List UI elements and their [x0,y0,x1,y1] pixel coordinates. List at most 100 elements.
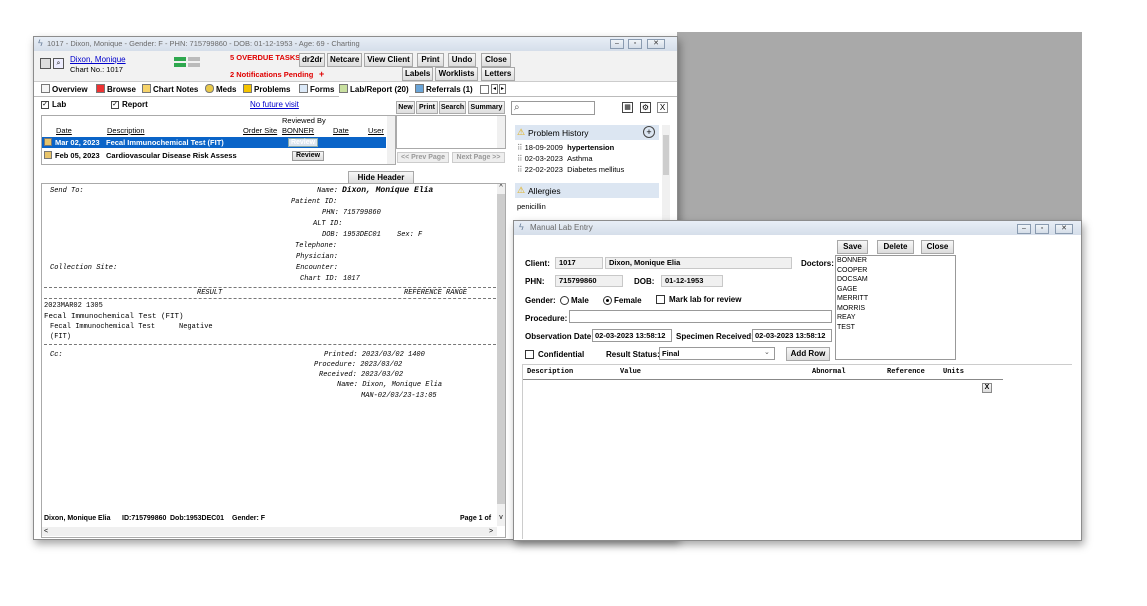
scroll-down-icon[interactable]: v [497,514,505,522]
minimize-button[interactable]: ‒ [610,39,624,49]
close-button[interactable]: Close [921,240,954,254]
tab-chart-notes[interactable]: Chart Notes [142,83,198,97]
worklists-button[interactable]: Worklists [435,67,478,81]
mark-review-checkbox[interactable] [656,295,665,304]
scroll-right-icon[interactable]: > [489,527,493,536]
doctor-item[interactable]: REAY [837,313,955,323]
close-window-button[interactable]: ✕ [1055,224,1073,234]
report-checkbox[interactable]: ✓ [111,101,119,109]
doctor-item[interactable]: BONNER [837,256,955,266]
magnify-icon[interactable]: ⌕ [53,58,64,69]
doctor-item[interactable]: COOPER [837,266,955,276]
col-abnormal: Abnormal [812,368,846,376]
table-row[interactable]: Feb 05, 2023 Cardiovascular Disease Risk… [42,150,386,161]
search-button[interactable]: Search [439,101,466,114]
list-scrollbar[interactable] [387,116,395,164]
patient-name-link[interactable]: Dixon, Monique [70,55,126,64]
minimize-button[interactable]: ‒ [1017,224,1031,234]
specimen-received-input[interactable]: 02-03-2023 13:58:12 [752,329,832,342]
overdue-tasks-alert[interactable]: 5 OVERDUE TASKS [230,53,300,62]
col-bonner[interactable]: BONNER [282,126,314,135]
scroll-thumb[interactable] [497,194,505,504]
table-row[interactable]: Mar 02, 2023 Fecal Immunochemical Test (… [42,137,386,148]
doctor-item[interactable]: MORRIS [837,304,955,314]
list-item[interactable]: ⠿ 02-03-2023 Asthma [517,154,593,163]
maximize-button[interactable]: ▫ [1035,224,1049,234]
list-item[interactable]: ⠿ 18-09-2009 hypertension [517,143,614,152]
sidebar-search-input[interactable]: ⌕ [511,101,595,115]
collection-site-label: Collection Site: [50,264,118,272]
add-row-button[interactable]: Add Row [786,347,830,361]
review-button[interactable]: Review [292,151,324,161]
future-visit-link[interactable]: No future visit [250,100,299,109]
close-icon[interactable]: X [657,102,668,113]
doctor-item[interactable]: MERRITT [837,294,955,304]
list-item[interactable]: ⠿ 22-02-2023 Diabetes mellitus [517,165,624,174]
phn-field: 715799860 [555,275,623,287]
test-result: Negative [179,323,213,331]
save-button[interactable]: Save [837,240,868,254]
procedure-input[interactable] [569,310,832,323]
delete-button[interactable]: Delete [877,240,914,254]
gear-icon[interactable]: ⚙ [640,102,651,113]
tab-overview[interactable]: Overview [41,83,88,97]
undo-button[interactable]: Undo [448,53,476,67]
notifications-alert[interactable]: 2 Notifications Pending [230,70,313,79]
dr2dr-button[interactable]: dr2dr [299,53,325,67]
calendar-icon[interactable]: ▦ [622,102,633,113]
print-button[interactable]: Print [417,53,444,67]
doctor-item[interactable]: GAGE [837,285,955,295]
summary-button[interactable]: Summary [468,101,505,114]
report-vertical-scrollbar[interactable]: ^ v [497,184,505,526]
tab-scroll-right-icon[interactable]: ▸ [499,84,506,94]
tab-problems[interactable]: Problems [243,83,290,97]
add-problem-icon[interactable]: + [643,126,655,138]
letters-button[interactable]: Letters [481,67,515,81]
tab-referrals[interactable]: Referrals (1) [415,83,473,97]
male-radio[interactable] [560,296,569,305]
close-chart-button[interactable]: Close [481,53,511,67]
tab-menu-icon[interactable] [480,85,489,94]
remove-row-button[interactable]: X [982,383,992,393]
netcare-button[interactable]: Netcare [327,53,362,67]
view-client-button[interactable]: View Client [364,53,413,67]
col-order-site[interactable]: Order Site [243,126,277,135]
confidential-checkbox[interactable] [525,350,534,359]
observation-date-input[interactable]: 02-03-2023 13:58:12 [592,329,672,342]
scroll-up-icon[interactable]: ^ [497,184,505,192]
female-radio[interactable] [603,296,612,305]
doctor-item[interactable]: TEST [837,323,955,333]
patient-photo-icon[interactable] [40,58,51,69]
doctors-list[interactable]: BONNER COOPER DOCSAM GAGE MERRITT MORRIS… [835,255,956,360]
tab-browse[interactable]: Browse [96,83,136,97]
maximize-button[interactable]: ▫ [628,39,642,49]
report-horizontal-scrollbar[interactable]: < > [42,527,497,536]
tab-lab-report[interactable]: Lab/Report (20) [339,83,409,97]
tab-meds[interactable]: Meds [205,83,236,97]
lab-checkbox[interactable]: ✓ [41,101,49,109]
scroll-left-icon[interactable]: < [44,527,48,536]
preview-scrollbar[interactable] [497,116,505,148]
doctor-item[interactable]: DOCSAM [837,275,955,285]
tab-scroll-left-icon[interactable]: ◂ [491,84,498,94]
labels-button[interactable]: Labels [402,67,433,81]
side-scroll-thumb[interactable] [663,135,669,175]
result-status-select[interactable]: Final ⌄ [659,347,775,360]
allergies-header[interactable]: ⚠ Allergies [515,183,659,198]
problem-history-header[interactable]: ⚠ Problem History + [515,125,659,140]
col-user[interactable]: User [368,126,384,135]
notifications-plus-icon[interactable]: + [319,69,324,79]
new-button[interactable]: New [396,101,415,114]
prev-page-button[interactable]: << Prev Page [397,152,449,163]
close-window-button[interactable]: ✕ [647,39,665,49]
side-panel-scrollbar[interactable] [662,125,670,225]
col-date[interactable]: Date [56,126,72,135]
col-description[interactable]: Description [107,126,145,135]
tab-forms[interactable]: Forms [299,83,334,97]
review-button[interactable]: Review [288,138,318,147]
title-bar[interactable]: ϟ 1017 - Dixon, Monique - Gender: F - PH… [34,37,677,51]
next-page-button[interactable]: Next Page >> [452,152,505,163]
list-print-button[interactable]: Print [416,101,438,114]
lab-entry-title-bar[interactable]: ϟ Manual Lab Entry ‒ ▫ ✕ [514,221,1081,235]
col-date-2[interactable]: Date [333,126,349,135]
